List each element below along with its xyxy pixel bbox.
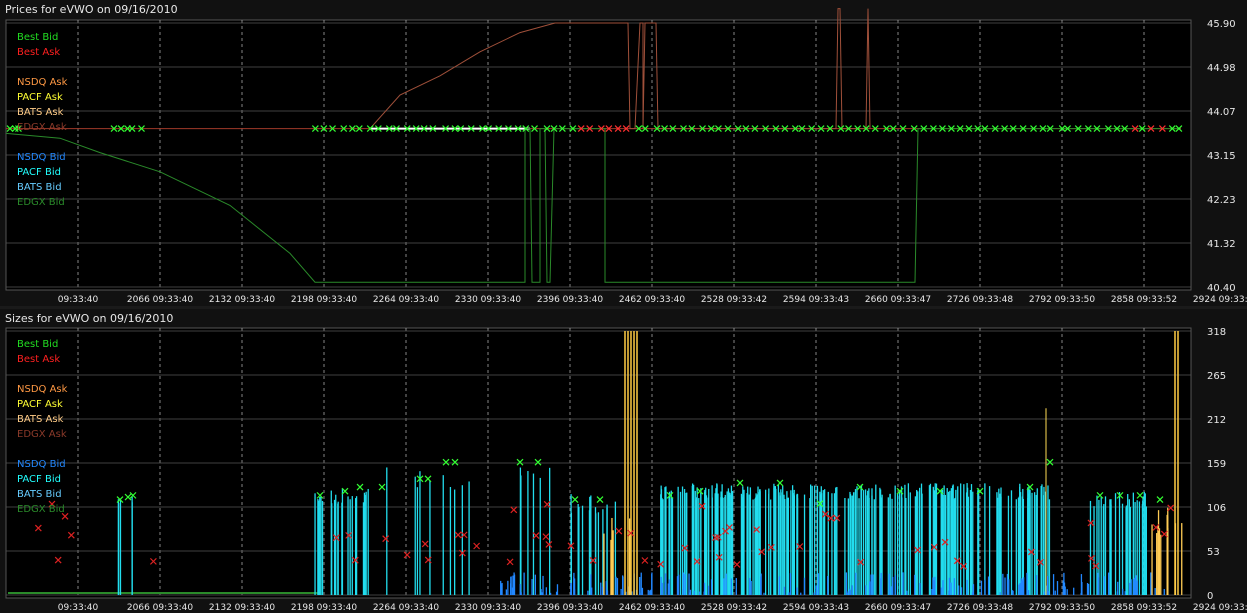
x-tick-label: 2396 09:33:40 <box>537 295 603 305</box>
y-tick-label: 106 <box>1207 503 1226 514</box>
x-tick-label: 2462 09:33:40 <box>619 603 685 613</box>
legend-item: BATS Bid <box>17 182 62 193</box>
legend-item: PACF Ask <box>17 92 63 103</box>
legend-item: Best Ask <box>17 47 60 58</box>
x-tick-label: 2660 09:33:47 <box>865 603 931 613</box>
x-tick-label: 2528 09:33:42 <box>701 295 767 305</box>
x-tick-label: 09:33:40 <box>58 295 99 305</box>
legend-item: NSDQ Ask <box>17 77 68 88</box>
legend-item: Best Ask <box>17 354 60 365</box>
y-tick-label: 41.32 <box>1207 239 1236 250</box>
legend-item: PACF Bid <box>17 474 61 485</box>
y-tick-label: 265 <box>1207 371 1226 382</box>
legend-item: BATS Ask <box>17 107 64 118</box>
x-tick-label: 2132 09:33:40 <box>209 603 275 613</box>
legend-item: BATS Ask <box>17 414 64 425</box>
x-tick-label: 2858 09:33:52 <box>1111 603 1177 613</box>
y-tick-label: 159 <box>1207 459 1226 470</box>
legend-item: Best Bid <box>17 339 58 350</box>
y-tick-label: 40.40 <box>1207 283 1236 294</box>
legend-item: Best Bid <box>17 32 58 43</box>
y-tick-label: 0 <box>1207 591 1213 602</box>
legend-item: PACF Bid <box>17 167 61 178</box>
x-tick-label: 2198 09:33:40 <box>291 603 357 613</box>
y-tick-label: 53 <box>1207 547 1220 558</box>
x-tick-label: 2396 09:33:40 <box>537 603 603 613</box>
x-tick-label: 2594 09:33:43 <box>783 603 849 613</box>
legend-item: PACF Ask <box>17 399 63 410</box>
y-tick-label: 212 <box>1207 415 1226 426</box>
legend-item: EDGX Ask <box>17 122 67 133</box>
x-tick-label: 2198 09:33:40 <box>291 295 357 305</box>
prices-chart: 45.90 44.98 44.07 43.15 42.23 41.32 40.40 09:33… <box>5 8 1247 305</box>
y-tick-label: 44.98 <box>1207 63 1236 74</box>
x-tick-label: 2924 09:33:52 <box>1193 603 1247 613</box>
x-tick-label: 2726 09:33:48 <box>947 295 1013 305</box>
x-tick-label: 2924 09:33:52 <box>1193 295 1247 305</box>
prices-panel: Prices for eVWO on 09/16/2010 45.90 44.98… <box>0 0 1247 306</box>
y-tick-label: 43.15 <box>1207 151 1236 162</box>
legend-item: NSDQ Bid <box>17 459 66 470</box>
x-tick-label: 2264 09:33:40 <box>373 295 439 305</box>
legend-item: NSDQ Bid <box>17 152 66 163</box>
x-tick-label: 2066 09:33:40 <box>127 603 193 613</box>
x-tick-label: 09:33:40 <box>58 603 99 613</box>
legend-item: EDGX Bid <box>17 504 65 515</box>
x-tick-label: 2660 09:33:47 <box>865 295 931 305</box>
x-tick-label: 2594 09:33:43 <box>783 295 849 305</box>
x-tick-label: 2858 09:33:52 <box>1111 295 1177 305</box>
x-tick-label: 2132 09:33:40 <box>209 295 275 305</box>
sizes-panel: Sizes for eVWO on 09/16/2010 318 265 212 15… <box>0 309 1247 613</box>
x-tick-label: 2330 09:33:40 <box>455 603 521 613</box>
x-tick-label: 2330 09:33:40 <box>455 295 521 305</box>
y-tick-label: 318 <box>1207 327 1226 338</box>
x-tick-label: 2066 09:33:40 <box>127 295 193 305</box>
legend-item: NSDQ Ask <box>17 384 68 395</box>
x-tick-label: 2462 09:33:40 <box>619 295 685 305</box>
y-tick-label: 42.23 <box>1207 195 1236 206</box>
y-tick-label: 45.90 <box>1207 19 1236 30</box>
x-tick-label: 2726 09:33:48 <box>947 603 1013 613</box>
x-tick-label: 2792 09:33:50 <box>1029 603 1095 613</box>
legend-item: EDGX Ask <box>17 429 67 440</box>
y-tick-label: 44.07 <box>1207 107 1236 118</box>
x-tick-label: 2264 09:33:40 <box>373 603 439 613</box>
x-tick-label: 2528 09:33:42 <box>701 603 767 613</box>
legend-item: EDGX Bid <box>17 197 65 208</box>
sizes-chart: 318 265 212 159 106 53 0 09:33:40 2066 09:33:40 2… <box>5 327 1247 613</box>
legend-item: BATS Bid <box>17 489 62 500</box>
x-tick-label: 2792 09:33:50 <box>1029 295 1095 305</box>
